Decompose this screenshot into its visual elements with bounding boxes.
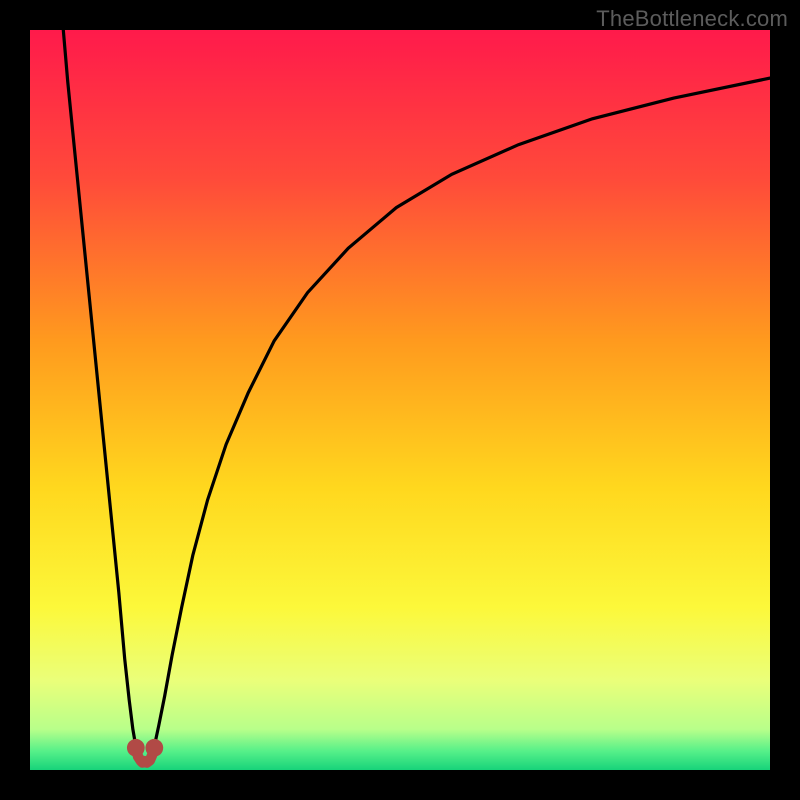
outer-frame: TheBottleneck.com xyxy=(0,0,800,800)
gradient-background xyxy=(30,30,770,770)
plot-area xyxy=(30,30,770,770)
chart-svg xyxy=(30,30,770,770)
optimum-left-dot xyxy=(127,739,145,757)
optimum-right-dot xyxy=(145,739,163,757)
attribution-text: TheBottleneck.com xyxy=(596,6,788,32)
